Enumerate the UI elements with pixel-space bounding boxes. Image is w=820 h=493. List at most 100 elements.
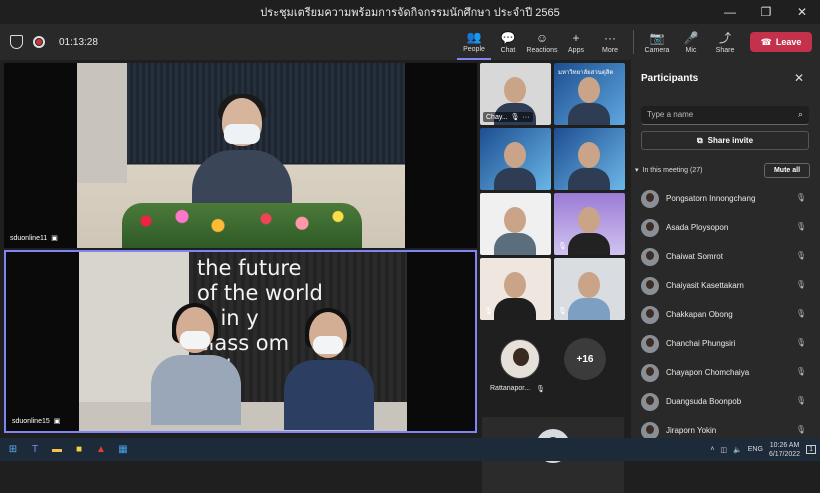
close-icon[interactable]: ✕ [794,71,804,85]
sticky-notes-icon[interactable]: ■ [68,438,90,461]
participants-panel: Participants ✕ Type a name ⌕ ⧉ Share invi… [631,60,820,440]
gallery-tile[interactable] [480,193,551,255]
network-icon[interactable]: ◫ [720,446,727,454]
volume-icon[interactable]: 🔈 [733,446,742,454]
video-label: sduonline15 ▣ [12,417,61,426]
share-invite-button[interactable]: ⧉ Share invite [641,131,809,150]
tray-lang[interactable]: ENG [748,446,763,453]
mic-off-icon: 🎙 [795,396,806,405]
mic-button[interactable]: 🎤 Mic [674,24,708,60]
mic-off-icon: 🎙 [558,243,567,250]
file-explorer-icon[interactable]: ▬ [46,438,68,461]
phone-icon: ☎ [760,36,772,47]
title-bar: ประชุมเตรียมความพร้อมการจัดกิจกรรมนักศึก… [0,0,820,24]
video-tile-sduonline15[interactable]: the future of the world is in y class om… [4,250,477,433]
video-name: sduonline15 [12,417,50,425]
tile-label: Chay... 🎙 ··· [483,112,533,122]
avatar [641,218,659,237]
in-meeting-section[interactable]: ▾ In this meeting (27) [635,166,703,175]
more-participants-button[interactable]: +16 [564,338,606,380]
share-label: Share [715,46,735,54]
participant-name: Chakkapan Obong [666,310,733,319]
avatar [641,276,659,295]
share-button[interactable]: ⤴ Share [708,24,742,60]
avatar [641,189,659,208]
speaker-person [284,308,374,430]
avatar-name: Rattanapor... [490,385,531,392]
gallery-tile[interactable] [480,128,551,190]
participant-name: Chayapon Chomchaiya [666,368,750,377]
video-tile-sduonline11[interactable]: sduonline11 ▣ [4,63,477,248]
video-label: sduonline11 ▣ [10,234,58,243]
section-label: In this meeting (27) [642,166,703,174]
minimize-button[interactable]: — [712,0,748,24]
list-item[interactable]: Chanchai Phungsiri 🎙 [631,329,820,358]
camera-icon: 📷 [649,30,665,45]
mic-off-icon: 🎙 [795,280,806,289]
gallery-tile[interactable]: 🎙 [554,258,625,320]
participant-name: Jiraporn Yokin [666,426,717,435]
gallery-tile[interactable]: 🎙 [554,193,625,255]
mic-off-icon: 🎙 [558,308,567,315]
mic-off-icon: 🎙 [795,309,806,318]
more-icon: ··· [604,30,616,45]
acrobat-icon[interactable]: ▲ [90,438,112,461]
reactions-label: Reactions [526,46,558,54]
background-panel [77,63,127,183]
search-placeholder: Type a name [647,110,694,119]
notification-badge[interactable]: 1 [806,445,816,454]
participant-name: Chaiwat Somrot [666,252,723,261]
more-icon[interactable]: ··· [523,114,530,121]
camera-button[interactable]: 📷 Camera [640,24,674,60]
pin-icon: ▣ [53,418,61,425]
leave-button[interactable]: ☎ Leave [750,32,812,52]
windows-start-icon[interactable]: ⊞ [2,438,24,461]
chevron-up-icon[interactable]: ˄ [710,446,714,453]
taskbar: ⊞ T ▬ ■ ▲ ▦ ˄ ◫ 🔈 ENG 10:26 AM 6/17/2022… [0,438,820,461]
teams-app-icon[interactable]: T [24,438,46,461]
list-item[interactable]: Duangsuda Boonpob 🎙 [631,387,820,416]
list-item[interactable]: Pongsatorn Innongchang 🎙 [631,184,820,213]
share-icon: ⧉ [696,135,703,145]
close-window-button[interactable]: ✕ [784,0,820,24]
list-item[interactable]: Chaiwat Somrot 🎙 [631,242,820,271]
gallery-tile[interactable]: 🎙 [480,258,551,320]
clock-date: 6/17/2022 [768,450,801,458]
list-item[interactable]: Asada Ploysopon 🎙 [631,213,820,242]
more-button[interactable]: ··· More [593,24,627,60]
people-button[interactable]: 👥 People [457,24,491,60]
gallery-tile[interactable] [554,128,625,190]
share-icon: ⤴ [718,30,731,45]
reactions-button[interactable]: ☺ Reactions [525,24,559,60]
avatar [641,334,659,353]
search-input[interactable]: Type a name ⌕ [641,106,809,125]
clock[interactable]: 10:26 AM 6/17/2022 [769,441,800,459]
avatar [641,421,659,440]
share-invite-label: Share invite [707,136,754,145]
window-controls: — ❐ ✕ [712,0,820,24]
apps-button[interactable]: + Apps [559,24,593,60]
list-item[interactable]: Chayapon Chomchaiya 🎙 [631,358,820,387]
apps-label: Apps [568,46,584,54]
people-icon: 👥 [466,29,482,44]
mute-all-button[interactable]: Mute all [764,163,810,178]
avatar-label: Rattanapor... 🎙 [490,385,545,393]
board-line: of the world [197,281,323,305]
mic-label: Mic [685,46,697,54]
list-item[interactable]: Chakkapan Obong 🎙 [631,300,820,329]
list-item[interactable]: Chaiyasit Kasettakarn 🎙 [631,271,820,300]
shield-icon[interactable] [10,35,23,49]
video-feed: the future of the world is in y class om… [79,252,407,431]
more-label: More [602,46,618,54]
gallery-tile[interactable]: มหาวิทยาลัยสวนดุสิต [554,63,625,125]
avatar [641,305,659,324]
chat-button[interactable]: 💬 Chat [491,24,525,60]
maximize-button[interactable]: ❐ [748,0,784,24]
video-name: sduonline11 [10,234,48,242]
meeting-timer: 01:13:28 [59,36,98,48]
avatar[interactable] [500,339,540,379]
gallery-tile[interactable]: Chay... 🎙 ··· [480,63,551,125]
recording-icon [33,36,45,48]
mic-off-icon: 🎙 [795,338,806,347]
photos-app-icon[interactable]: ▦ [112,438,134,461]
